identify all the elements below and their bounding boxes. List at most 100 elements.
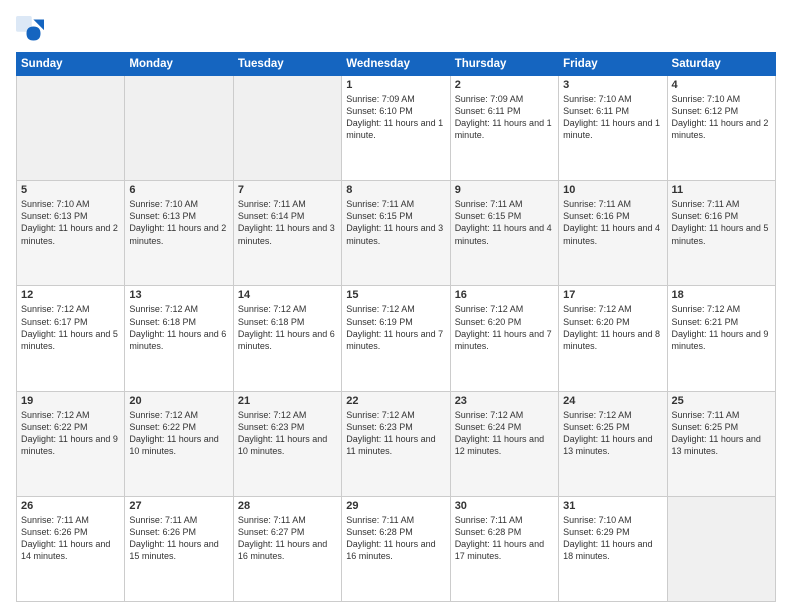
day-number: 3	[563, 79, 662, 91]
calendar-week-row: 12Sunrise: 7:12 AMSunset: 6:17 PMDayligh…	[17, 286, 776, 391]
cell-text: Sunrise: 7:12 AMSunset: 6:23 PMDaylight:…	[346, 409, 445, 458]
cell-text: Sunrise: 7:11 AMSunset: 6:16 PMDaylight:…	[563, 198, 662, 247]
cell-text: Sunrise: 7:11 AMSunset: 6:15 PMDaylight:…	[455, 198, 554, 247]
calendar-header-sunday: Sunday	[17, 53, 125, 76]
day-number: 16	[455, 289, 554, 301]
day-number: 12	[21, 289, 120, 301]
cell-text: Sunrise: 7:11 AMSunset: 6:28 PMDaylight:…	[346, 514, 445, 563]
cell-text: Sunrise: 7:11 AMSunset: 6:15 PMDaylight:…	[346, 198, 445, 247]
logo	[16, 16, 48, 44]
calendar-header-row: SundayMondayTuesdayWednesdayThursdayFrid…	[17, 53, 776, 76]
day-number: 18	[672, 289, 771, 301]
calendar-header-friday: Friday	[559, 53, 667, 76]
calendar-cell	[125, 76, 233, 181]
day-number: 4	[672, 79, 771, 91]
calendar-header-saturday: Saturday	[667, 53, 775, 76]
calendar-cell: 8 Sunrise: 7:11 AMSunset: 6:15 PMDaylight…	[342, 181, 450, 286]
calendar-cell: 28 Sunrise: 7:11 AMSunset: 6:27 PMDayligh…	[233, 496, 341, 601]
day-number: 5	[21, 184, 120, 196]
day-number: 19	[21, 395, 120, 407]
calendar-header-thursday: Thursday	[450, 53, 558, 76]
day-number: 13	[129, 289, 228, 301]
cell-text: Sunrise: 7:12 AMSunset: 6:20 PMDaylight:…	[563, 303, 662, 352]
calendar-cell: 21Sunrise: 7:12 AMSunset: 6:23 PMDayligh…	[233, 391, 341, 496]
day-number: 20	[129, 395, 228, 407]
calendar-cell: 1 Sunrise: 7:09 AMSunset: 6:10 PMDaylight…	[342, 76, 450, 181]
day-number: 14	[238, 289, 337, 301]
calendar-week-row: 26 Sunrise: 7:11 AMSunset: 6:26 PMDayligh…	[17, 496, 776, 601]
calendar-cell: 7Sunrise: 7:11 AMSunset: 6:14 PMDaylight…	[233, 181, 341, 286]
calendar-cell: 29 Sunrise: 7:11 AMSunset: 6:28 PMDayligh…	[342, 496, 450, 601]
cell-text: Sunrise: 7:09 AMSunset: 6:10 PMDaylight:…	[346, 93, 445, 142]
calendar-cell: 22 Sunrise: 7:12 AMSunset: 6:23 PMDayligh…	[342, 391, 450, 496]
cell-text: Sunrise: 7:11 AMSunset: 6:14 PMDaylight:…	[238, 198, 337, 247]
calendar-cell: 5 Sunrise: 7:10 AMSunset: 6:13 PMDaylight…	[17, 181, 125, 286]
cell-text: Sunrise: 7:11 AMSunset: 6:26 PMDaylight:…	[21, 514, 120, 563]
logo-icon	[16, 16, 44, 44]
calendar-cell: 12Sunrise: 7:12 AMSunset: 6:17 PMDayligh…	[17, 286, 125, 391]
calendar-cell: 20 Sunrise: 7:12 AMSunset: 6:22 PMDayligh…	[125, 391, 233, 496]
cell-text: Sunrise: 7:11 AMSunset: 6:28 PMDaylight:…	[455, 514, 554, 563]
calendar-cell: 15Sunrise: 7:12 AMSunset: 6:19 PMDayligh…	[342, 286, 450, 391]
cell-text: Sunrise: 7:09 AMSunset: 6:11 PMDaylight:…	[455, 93, 554, 142]
day-number: 26	[21, 500, 120, 512]
day-number: 17	[563, 289, 662, 301]
calendar-header-wednesday: Wednesday	[342, 53, 450, 76]
calendar-cell: 23Sunrise: 7:12 AMSunset: 6:24 PMDayligh…	[450, 391, 558, 496]
calendar-week-row: 1 Sunrise: 7:09 AMSunset: 6:10 PMDaylight…	[17, 76, 776, 181]
page: SundayMondayTuesdayWednesdayThursdayFrid…	[0, 0, 792, 612]
cell-text: Sunrise: 7:11 AMSunset: 6:27 PMDaylight:…	[238, 514, 337, 563]
calendar-cell: 16 Sunrise: 7:12 AMSunset: 6:20 PMDayligh…	[450, 286, 558, 391]
calendar-cell: 4Sunrise: 7:10 AMSunset: 6:12 PMDaylight…	[667, 76, 775, 181]
calendar-cell: 24 Sunrise: 7:12 AMSunset: 6:25 PMDayligh…	[559, 391, 667, 496]
cell-text: Sunrise: 7:12 AMSunset: 6:18 PMDaylight:…	[129, 303, 228, 352]
calendar-cell	[233, 76, 341, 181]
day-number: 11	[672, 184, 771, 196]
cell-text: Sunrise: 7:10 AMSunset: 6:13 PMDaylight:…	[129, 198, 228, 247]
day-number: 22	[346, 395, 445, 407]
day-number: 29	[346, 500, 445, 512]
cell-text: Sunrise: 7:10 AMSunset: 6:13 PMDaylight:…	[21, 198, 120, 247]
cell-text: Sunrise: 7:11 AMSunset: 6:16 PMDaylight:…	[672, 198, 771, 247]
day-number: 10	[563, 184, 662, 196]
calendar-cell: 27 Sunrise: 7:11 AMSunset: 6:26 PMDayligh…	[125, 496, 233, 601]
day-number: 8	[346, 184, 445, 196]
calendar-cell: 2Sunrise: 7:09 AMSunset: 6:11 PMDaylight…	[450, 76, 558, 181]
calendar-cell: 13 Sunrise: 7:12 AMSunset: 6:18 PMDayligh…	[125, 286, 233, 391]
day-number: 9	[455, 184, 554, 196]
calendar-table: SundayMondayTuesdayWednesdayThursdayFrid…	[16, 52, 776, 602]
calendar-cell: 14Sunrise: 7:12 AMSunset: 6:18 PMDayligh…	[233, 286, 341, 391]
calendar-cell: 11 Sunrise: 7:11 AMSunset: 6:16 PMDayligh…	[667, 181, 775, 286]
cell-text: Sunrise: 7:12 AMSunset: 6:24 PMDaylight:…	[455, 409, 554, 458]
calendar-cell: 26 Sunrise: 7:11 AMSunset: 6:26 PMDayligh…	[17, 496, 125, 601]
cell-text: Sunrise: 7:12 AMSunset: 6:22 PMDaylight:…	[21, 409, 120, 458]
calendar-cell: 6 Sunrise: 7:10 AMSunset: 6:13 PMDaylight…	[125, 181, 233, 286]
cell-text: Sunrise: 7:10 AMSunset: 6:11 PMDaylight:…	[563, 93, 662, 142]
day-number: 28	[238, 500, 337, 512]
calendar-header-tuesday: Tuesday	[233, 53, 341, 76]
calendar-cell: 31Sunrise: 7:10 AMSunset: 6:29 PMDayligh…	[559, 496, 667, 601]
cell-text: Sunrise: 7:12 AMSunset: 6:22 PMDaylight:…	[129, 409, 228, 458]
header	[16, 16, 776, 44]
calendar-cell: 18 Sunrise: 7:12 AMSunset: 6:21 PMDayligh…	[667, 286, 775, 391]
calendar-cell: 10 Sunrise: 7:11 AMSunset: 6:16 PMDayligh…	[559, 181, 667, 286]
day-number: 27	[129, 500, 228, 512]
day-number: 31	[563, 500, 662, 512]
calendar-cell: 30Sunrise: 7:11 AMSunset: 6:28 PMDayligh…	[450, 496, 558, 601]
cell-text: Sunrise: 7:12 AMSunset: 6:21 PMDaylight:…	[672, 303, 771, 352]
calendar-header-monday: Monday	[125, 53, 233, 76]
calendar-cell: 19 Sunrise: 7:12 AMSunset: 6:22 PMDayligh…	[17, 391, 125, 496]
day-number: 6	[129, 184, 228, 196]
cell-text: Sunrise: 7:11 AMSunset: 6:26 PMDaylight:…	[129, 514, 228, 563]
day-number: 21	[238, 395, 337, 407]
calendar-cell: 3 Sunrise: 7:10 AMSunset: 6:11 PMDaylight…	[559, 76, 667, 181]
calendar-week-row: 5 Sunrise: 7:10 AMSunset: 6:13 PMDaylight…	[17, 181, 776, 286]
calendar-cell	[17, 76, 125, 181]
day-number: 1	[346, 79, 445, 91]
calendar-cell: 25Sunrise: 7:11 AMSunset: 6:25 PMDayligh…	[667, 391, 775, 496]
day-number: 24	[563, 395, 662, 407]
calendar-cell	[667, 496, 775, 601]
cell-text: Sunrise: 7:12 AMSunset: 6:19 PMDaylight:…	[346, 303, 445, 352]
cell-text: Sunrise: 7:12 AMSunset: 6:20 PMDaylight:…	[455, 303, 554, 352]
cell-text: Sunrise: 7:12 AMSunset: 6:25 PMDaylight:…	[563, 409, 662, 458]
